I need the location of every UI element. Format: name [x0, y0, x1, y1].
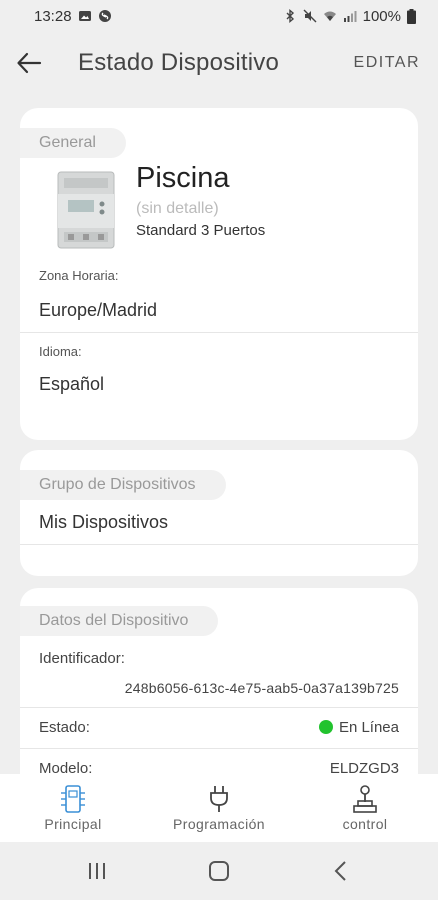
device-icon	[61, 785, 85, 813]
nav-label-control: control	[342, 816, 388, 832]
divider	[20, 707, 418, 708]
group-section-label: Grupo de Dispositivos	[20, 470, 226, 500]
shazam-notification-icon	[98, 10, 111, 22]
device-name: Piscina	[136, 162, 230, 194]
language-label: Idioma:	[39, 344, 82, 359]
device-data-card: Datos del Dispositivo Identificador: 248…	[20, 588, 418, 788]
nav-item-programacion[interactable]: Programación	[146, 774, 292, 842]
divider	[20, 544, 418, 545]
status-time: 13:28	[34, 7, 72, 25]
state-text: En Línea	[338, 719, 399, 736]
divider	[20, 748, 418, 749]
nav-label-programacion: Programación	[173, 816, 265, 832]
state-label: Estado:	[39, 719, 90, 736]
bluetooth-icon	[286, 9, 294, 23]
online-status-dot-icon	[318, 720, 333, 734]
home-icon[interactable]	[208, 860, 230, 882]
device-detail: (sin detalle)	[136, 200, 219, 217]
nav-label-principal: Principal	[44, 816, 102, 832]
device-group-card[interactable]: Grupo de Dispositivos Mis Dispositivos	[20, 450, 418, 576]
device-model: Standard 3 Puertos	[136, 222, 266, 239]
wifi-icon	[323, 11, 336, 21]
divider	[20, 332, 418, 333]
battery-icon	[407, 8, 416, 24]
edit-button[interactable]: EDITAR	[354, 54, 420, 72]
general-section-label: General	[20, 128, 126, 158]
device-data-section-label: Datos del Dispositivo	[20, 606, 219, 636]
battery-percent: 100%	[362, 7, 401, 25]
language-value: Español	[39, 374, 105, 394]
plug-icon	[210, 786, 228, 812]
identifier-value: 248b6056-613c-4e75-aab5-0a37a139b725	[124, 680, 399, 696]
mute-icon	[303, 9, 317, 23]
identifier-label: Identificador:	[39, 650, 125, 667]
group-value: Mis Dispositivos	[39, 512, 169, 532]
bottom-navigation: Principal Programación control	[0, 774, 438, 842]
back-arrow-icon[interactable]	[16, 50, 42, 76]
din-rail-device-image	[57, 171, 115, 249]
timezone-value: Europe/Madrid	[39, 300, 158, 320]
nav-item-principal[interactable]: Principal	[0, 774, 146, 842]
page-title: Estado Dispositivo	[78, 49, 280, 76]
nav-item-control[interactable]: control	[292, 774, 438, 842]
timezone-label: Zona Horaria:	[39, 268, 119, 283]
gallery-notification-icon	[78, 11, 91, 21]
app-bar: Estado Dispositivo EDITAR	[0, 34, 438, 94]
state-value: En Línea	[318, 719, 399, 736]
recent-apps-icon[interactable]	[86, 860, 108, 882]
joystick-icon	[353, 785, 377, 813]
signal-icon	[343, 11, 357, 22]
system-back-icon[interactable]	[330, 860, 352, 882]
system-navigation-bar	[0, 842, 438, 900]
status-bar: 13:28 100%	[0, 0, 438, 32]
general-card: General Piscina (sin detalle) Standard 3…	[20, 108, 418, 440]
